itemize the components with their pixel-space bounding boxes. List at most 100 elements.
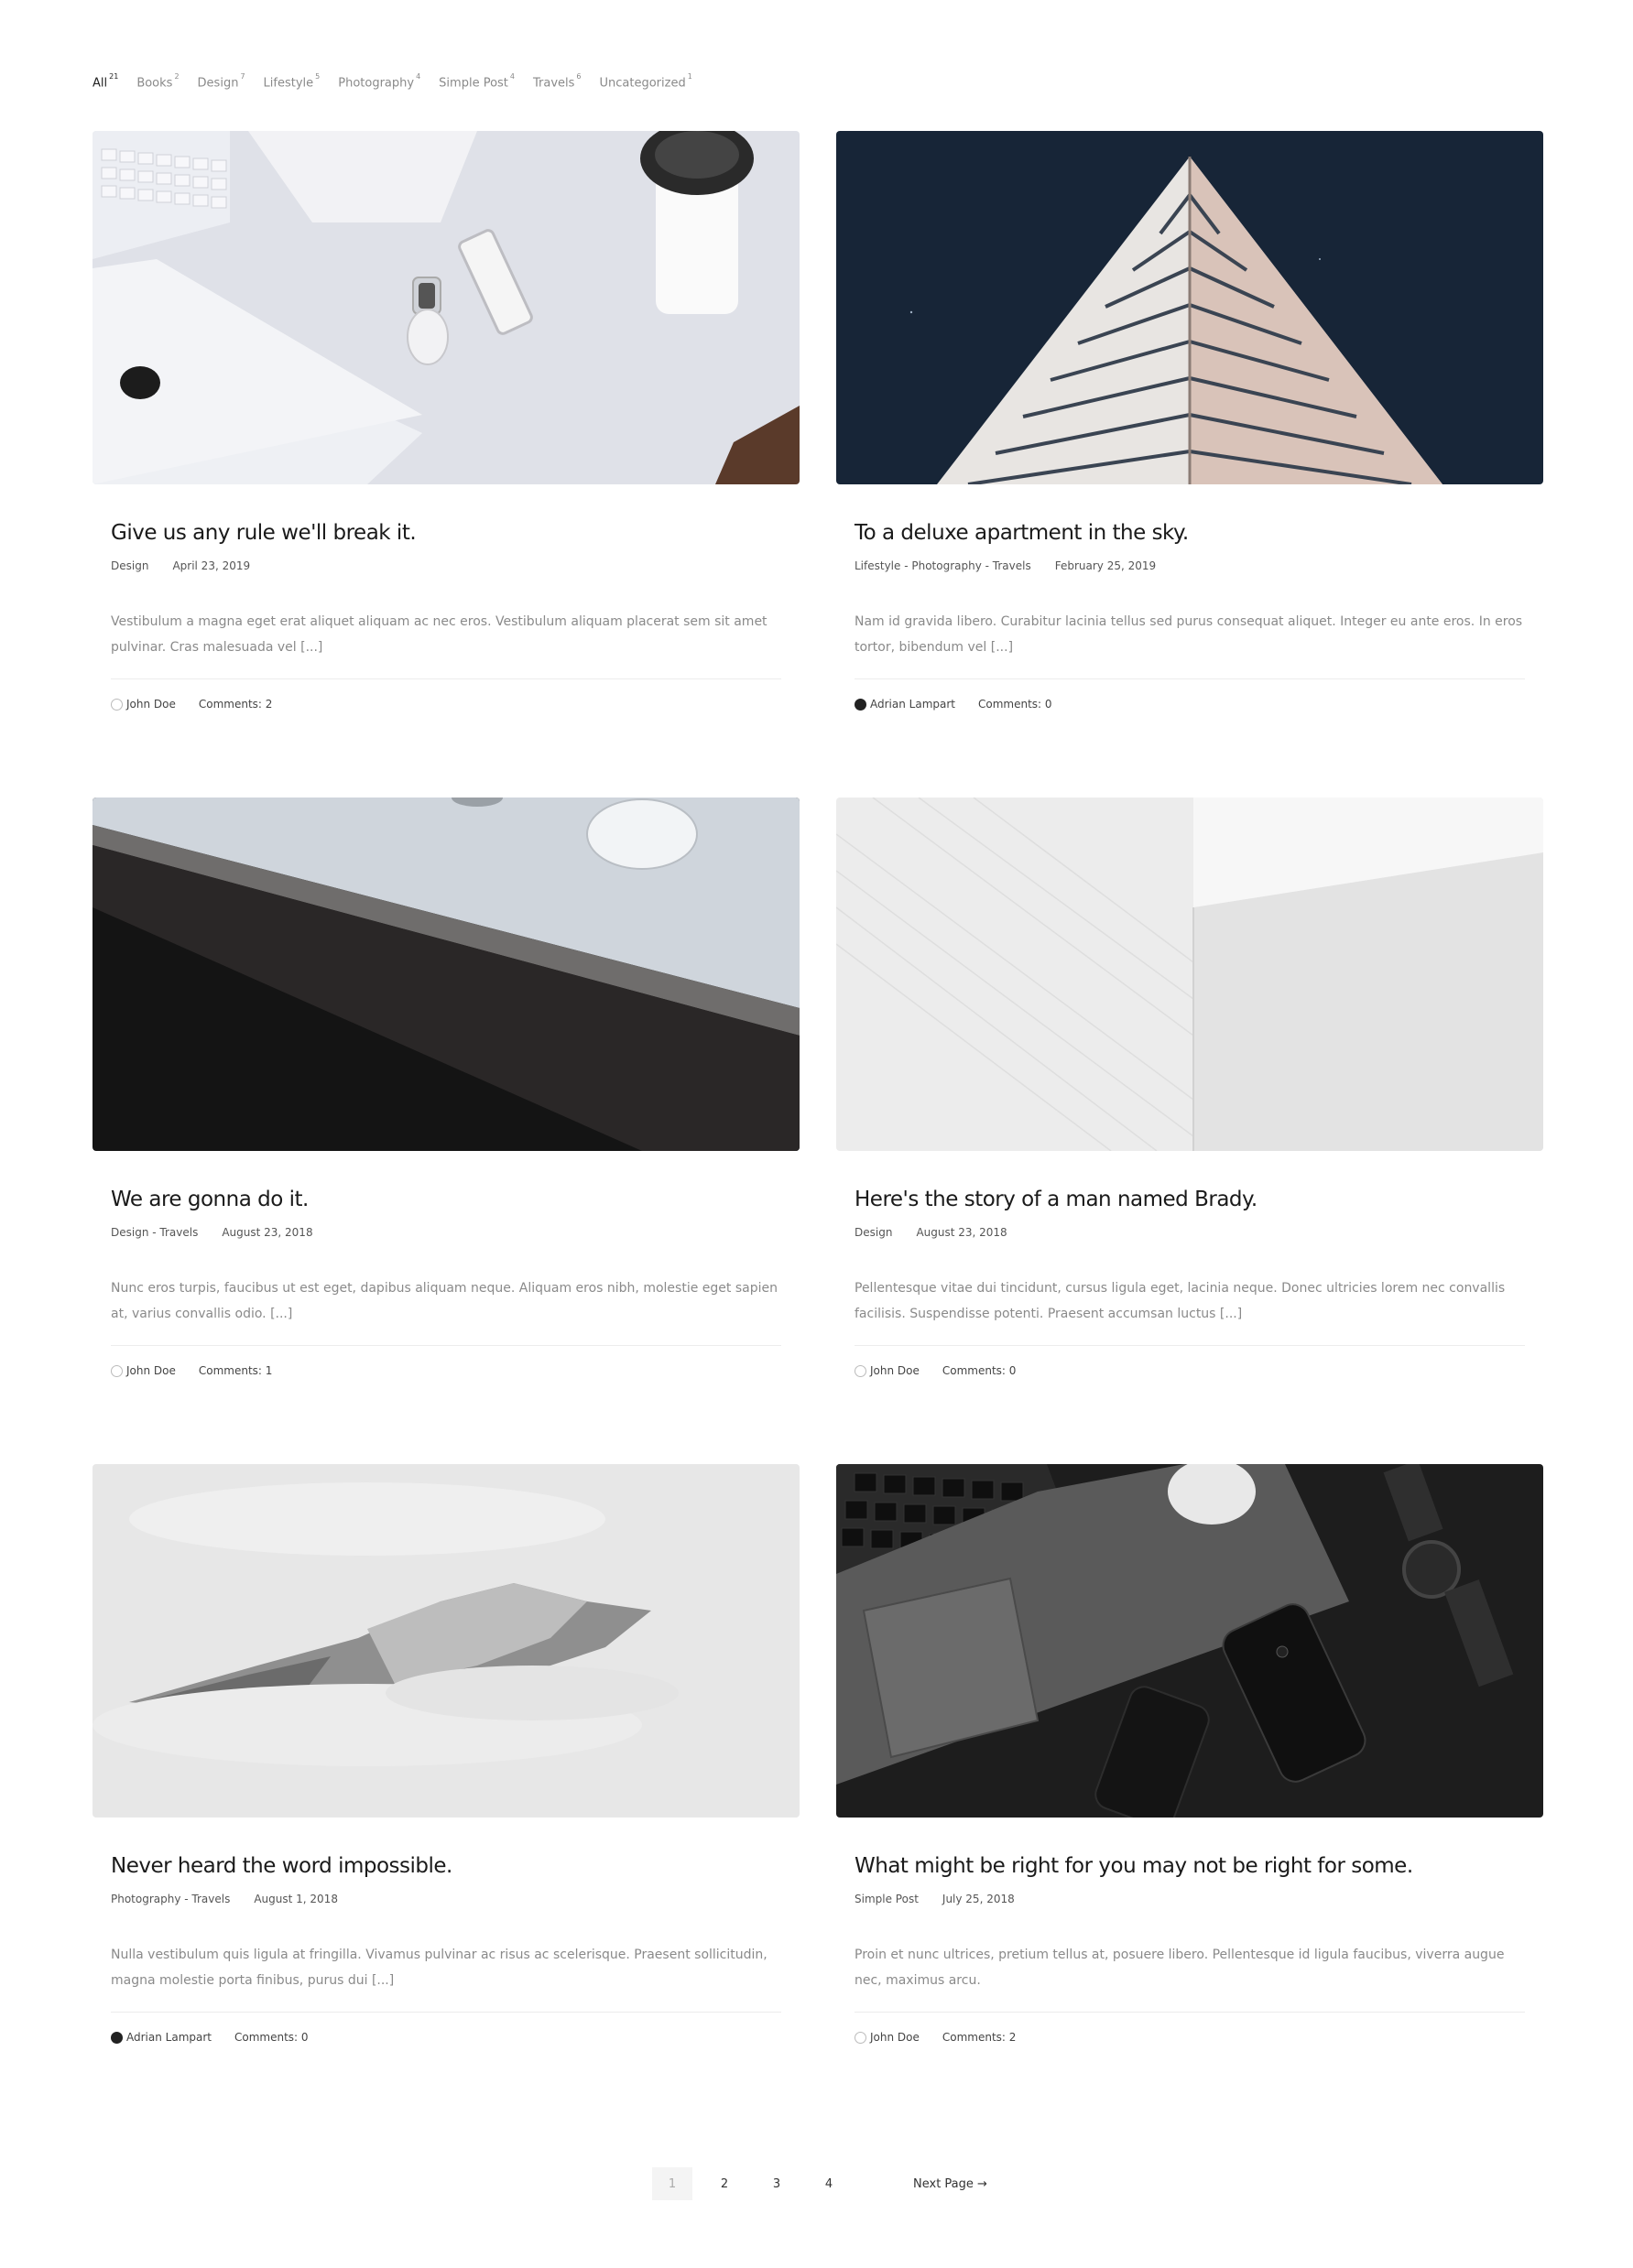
post-title[interactable]: Here's the story of a man named Brady. <box>855 1188 1525 1211</box>
page-1-button[interactable]: 1 <box>652 2167 692 2200</box>
post-excerpt: Vestibulum a magna eget erat aliquet ali… <box>111 609 781 679</box>
post-footer: John Doe Comments: 1 <box>111 1364 781 1377</box>
post-comments[interactable]: Comments: 1 <box>199 1364 273 1377</box>
author-name: John Doe <box>870 1364 920 1377</box>
filter-label: Design <box>197 76 239 91</box>
post-title[interactable]: What might be right for you may not be r… <box>855 1854 1525 1878</box>
user-avatar-icon <box>855 698 866 711</box>
post-title[interactable]: Never heard the word impossible. <box>111 1854 781 1878</box>
post-categories[interactable]: Design - Travels <box>111 1226 198 1239</box>
post-meta: Design - Travels August 23, 2018 <box>111 1226 781 1239</box>
post-author[interactable]: John Doe <box>111 698 176 711</box>
filter-label: Travels <box>533 76 575 91</box>
filter-count: 21 <box>109 72 119 81</box>
filter-books[interactable]: Books 2 <box>136 72 179 91</box>
filter-count: 7 <box>240 72 245 81</box>
filter-simple-post[interactable]: Simple Post 4 <box>439 72 515 91</box>
post-title[interactable]: Give us any rule we'll break it. <box>111 521 781 545</box>
post-categories[interactable]: Design <box>855 1226 892 1239</box>
post-excerpt: Nulla vestibulum quis ligula at fringill… <box>111 1942 781 2013</box>
post-date[interactable]: August 1, 2018 <box>254 1893 338 1905</box>
filter-count: 5 <box>315 72 321 81</box>
post-excerpt: Nam id gravida libero. Curabitur lacinia… <box>855 609 1525 679</box>
post-categories[interactable]: Simple Post <box>855 1893 919 1905</box>
post-thumbnail[interactable] <box>836 1464 1543 1818</box>
post-date[interactable]: February 25, 2019 <box>1055 559 1156 572</box>
post-card: Give us any rule we'll break it. Design … <box>93 131 800 711</box>
filter-label: Lifestyle <box>263 76 314 91</box>
post-footer: John Doe Comments: 2 <box>855 2031 1525 2044</box>
post-date[interactable]: July 25, 2018 <box>942 1893 1015 1905</box>
post-comments[interactable]: Comments: 2 <box>942 2031 1017 2044</box>
post-footer: John Doe Comments: 0 <box>855 1364 1525 1377</box>
filter-lifestyle[interactable]: Lifestyle 5 <box>263 72 321 91</box>
post-date[interactable]: August 23, 2018 <box>916 1226 1007 1239</box>
author-name: John Doe <box>870 2031 920 2044</box>
author-name: Adrian Lampart <box>870 698 955 711</box>
post-card: Never heard the word impossible. Photogr… <box>93 1464 800 2044</box>
filter-label: Simple Post <box>439 76 508 91</box>
author-name: Adrian Lampart <box>126 2031 212 2044</box>
filter-label: Photography <box>338 76 415 91</box>
post-author[interactable]: John Doe <box>855 2031 920 2044</box>
post-card: What might be right for you may not be r… <box>836 1464 1543 2044</box>
post-card: To a deluxe apartment in the sky. Lifest… <box>836 131 1543 711</box>
post-meta: Design April 23, 2019 <box>111 559 781 572</box>
user-avatar-icon <box>855 1364 866 1377</box>
user-avatar-icon <box>111 2031 123 2044</box>
post-thumbnail[interactable] <box>93 131 800 484</box>
post-footer: John Doe Comments: 2 <box>111 698 781 711</box>
post-comments[interactable]: Comments: 0 <box>234 2031 309 2044</box>
post-title[interactable]: We are gonna do it. <box>111 1188 781 1211</box>
post-thumbnail[interactable] <box>836 798 1543 1151</box>
post-footer: Adrian Lampart Comments: 0 <box>111 2031 781 2044</box>
user-avatar-icon <box>111 1364 123 1377</box>
post-excerpt: Pellentesque vitae dui tincidunt, cursus… <box>855 1275 1525 1346</box>
author-name: John Doe <box>126 698 176 711</box>
post-meta: Design August 23, 2018 <box>855 1226 1525 1239</box>
pagination: 1 2 3 4 Next Page → <box>652 2167 987 2200</box>
post-card: Here's the story of a man named Brady. D… <box>836 798 1543 1377</box>
post-card: We are gonna do it. Design - Travels Aug… <box>93 798 800 1377</box>
filter-label: All <box>93 76 108 91</box>
post-categories[interactable]: Design <box>111 559 148 572</box>
page-4-button[interactable]: 4 <box>809 2167 849 2200</box>
post-excerpt: Proin et nunc ultrices, pretium tellus a… <box>855 1942 1525 2013</box>
post-thumbnail[interactable] <box>836 131 1543 484</box>
post-meta: Lifestyle - Photography - Travels Februa… <box>855 559 1525 572</box>
author-name: John Doe <box>126 1364 176 1377</box>
filter-all[interactable]: All 21 <box>93 72 119 91</box>
next-page-link[interactable]: Next Page → <box>913 2177 987 2191</box>
page-3-button[interactable]: 3 <box>757 2167 797 2200</box>
post-excerpt: Nunc eros turpis, faucibus ut est eget, … <box>111 1275 781 1346</box>
post-categories[interactable]: Photography - Travels <box>111 1893 230 1905</box>
filter-count: 4 <box>509 72 515 81</box>
post-meta: Photography - Travels August 1, 2018 <box>111 1893 781 1905</box>
page-2-button[interactable]: 2 <box>704 2167 745 2200</box>
post-author[interactable]: John Doe <box>855 1364 920 1377</box>
post-author[interactable]: Adrian Lampart <box>111 2031 212 2044</box>
category-filter-bar: All 21 Books 2 Design 7 Lifestyle 5 Photogra… <box>93 72 692 91</box>
post-comments[interactable]: Comments: 0 <box>942 1364 1017 1377</box>
user-avatar-icon <box>111 698 123 711</box>
post-comments[interactable]: Comments: 2 <box>199 698 273 711</box>
filter-uncategorized[interactable]: Uncategorized 1 <box>599 72 692 91</box>
post-author[interactable]: John Doe <box>111 1364 176 1377</box>
post-footer: Adrian Lampart Comments: 0 <box>855 698 1525 711</box>
post-date[interactable]: August 23, 2018 <box>222 1226 312 1239</box>
post-title[interactable]: To a deluxe apartment in the sky. <box>855 521 1525 545</box>
post-categories[interactable]: Lifestyle - Photography - Travels <box>855 559 1031 572</box>
post-date[interactable]: April 23, 2019 <box>172 559 250 572</box>
filter-count: 1 <box>687 72 692 81</box>
filter-travels[interactable]: Travels 6 <box>533 72 582 91</box>
post-meta: Simple Post July 25, 2018 <box>855 1893 1525 1905</box>
post-comments[interactable]: Comments: 0 <box>978 698 1052 711</box>
user-avatar-icon <box>855 2031 866 2044</box>
post-author[interactable]: Adrian Lampart <box>855 698 955 711</box>
filter-label: Uncategorized <box>599 76 686 91</box>
filter-photography[interactable]: Photography 4 <box>338 72 420 91</box>
filter-label: Books <box>136 76 173 91</box>
post-thumbnail[interactable] <box>93 1464 800 1818</box>
post-thumbnail[interactable] <box>93 798 800 1151</box>
filter-design[interactable]: Design 7 <box>197 72 245 91</box>
